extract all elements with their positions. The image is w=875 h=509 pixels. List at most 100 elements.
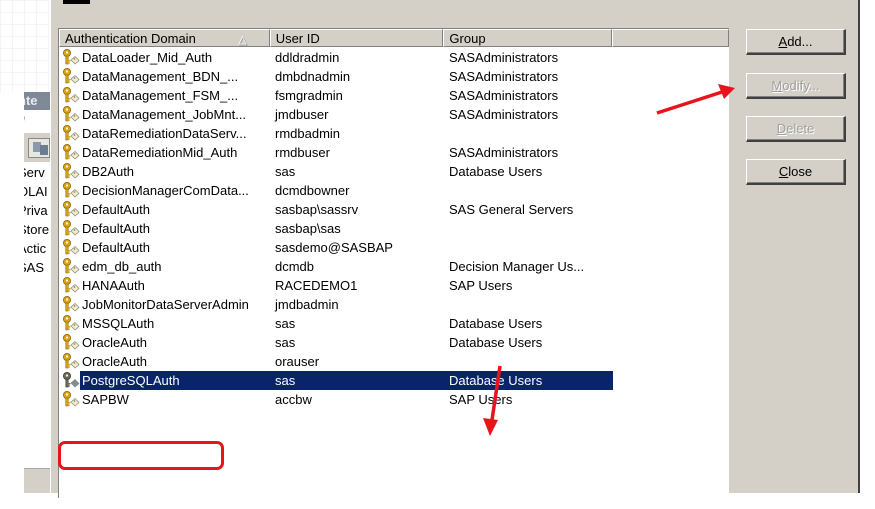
cell-authentication-domain: SAPBW — [59, 390, 270, 409]
table-row[interactable]: DefaultAuth sasbap\sas — [59, 219, 729, 238]
cell-user-id: sas — [275, 335, 296, 350]
login-key-icon — [62, 353, 80, 370]
login-key-icon — [62, 372, 80, 389]
login-key-icon — [62, 144, 80, 161]
button-label: lose — [788, 164, 813, 179]
cell-authentication-domain: DefaultAuth — [59, 200, 270, 219]
background-list-item[interactable]: Priva — [24, 201, 50, 220]
table-row[interactable]: DataManagement_JobMnt... jmdbuser SASAdmin… — [59, 105, 729, 124]
modify-button[interactable]: Modify... — [746, 73, 846, 99]
background-list-item[interactable]: OLAI — [24, 182, 50, 201]
close-button[interactable]: Close — [746, 159, 846, 185]
cell-group: Decision Manager Us... — [449, 259, 585, 274]
background-statusbar — [24, 468, 50, 493]
cell-user-id: sasbap\sas — [275, 221, 341, 236]
list-header: Authentication Domain △ User ID Group — [59, 29, 729, 47]
table-row[interactable]: JobMonitorDataServerAdmin jmdbadmin — [59, 295, 729, 314]
domain-text: OracleAuth — [82, 354, 148, 369]
cell-user-id: fsmgradmin — [275, 88, 343, 103]
table-row[interactable]: DefaultAuth sasdemo@SASBAP — [59, 238, 729, 257]
button-label: odify... — [782, 78, 820, 93]
domain-text: HANAAuth — [82, 278, 145, 293]
cell-user-id: sasbap\sassrv — [275, 202, 359, 217]
login-key-icon — [62, 68, 80, 85]
table-row[interactable]: DataManagement_BDN_... dmbdnadmin SASAdmin… — [59, 67, 729, 86]
table-row[interactable]: DataRemediationMid_Auth rmdbuser SASAdmini… — [59, 143, 729, 162]
login-key-icon — [62, 258, 80, 275]
delete-button[interactable]: Delete — [746, 116, 846, 142]
domain-text: MSSQLAuth — [82, 316, 155, 331]
cell-group: SASAdministrators — [449, 88, 559, 103]
domain-text: DataManagement_BDN_... — [82, 69, 239, 84]
cell-authentication-domain: DataRemediationDataServ... — [59, 124, 270, 143]
login-key-icon — [62, 391, 80, 408]
domain-text: edm_db_auth — [82, 259, 162, 274]
table-row[interactable]: MSSQLAuth sas Database Users — [59, 314, 729, 333]
domain-text: DataRemediationMid_Auth — [82, 145, 238, 160]
cell-group: Database Users — [449, 373, 543, 388]
login-key-icon — [62, 220, 80, 237]
background-list: Serv OLAI Priva Store Actic SAS — [24, 163, 50, 277]
cell-group: SASAdministrators — [449, 145, 559, 160]
background-window: nte w Serv OLAI Priva Store Actic SAS — [0, 0, 50, 509]
table-row[interactable]: HANAAuth RACEDEMO1 SAP Users — [59, 276, 729, 295]
cell-authentication-domain: OracleAuth — [59, 352, 270, 371]
table-row[interactable]: DB2Auth sas Database Users — [59, 162, 729, 181]
add-button[interactable]: Add... — [746, 29, 846, 55]
domain-text: JobMonitorDataServerAdmin — [82, 297, 249, 312]
cell-authentication-domain: DecisionManagerComData... — [59, 181, 270, 200]
login-key-icon — [62, 201, 80, 218]
dialog-top-marker — [63, 0, 90, 4]
column-header-empty[interactable] — [612, 29, 729, 47]
cell-user-id: rmdbuser — [275, 145, 330, 160]
background-list-item[interactable]: Store — [24, 220, 50, 239]
domain-text: DefaultAuth — [82, 240, 150, 255]
mnemonic: A — [778, 34, 788, 49]
background-toolbar — [24, 132, 50, 162]
login-key-icon — [62, 315, 80, 332]
properties-icon[interactable] — [28, 138, 50, 158]
table-row[interactable]: DefaultAuth sasbap\sassrv SAS General Serv… — [59, 200, 729, 219]
table-row[interactable]: edm_db_auth dcmdb Decision Manager Us... — [59, 257, 729, 276]
table-row[interactable]: SAPBW accbw SAP Users — [59, 390, 729, 409]
table-row[interactable]: DataManagement_FSM_... fsmgradmin SASAdmin… — [59, 86, 729, 105]
column-header-user-id[interactable]: User ID — [269, 29, 444, 47]
login-key-icon — [62, 277, 80, 294]
cell-user-id: accbw — [275, 392, 312, 407]
cell-user-id: rmdbadmin — [275, 126, 341, 141]
domain-text: DataRemediationDataServ... — [82, 126, 247, 141]
table-row[interactable]: DecisionManagerComData... dcmdbowner — [59, 181, 729, 200]
cell-group: SASAdministrators — [449, 50, 559, 65]
login-key-icon — [62, 125, 80, 142]
login-key-icon — [62, 296, 80, 313]
login-key-icon — [62, 239, 80, 256]
table-row-selected[interactable]: PostgreSQLAuth sas Database Users — [59, 371, 729, 390]
column-label: Authentication Domain — [65, 31, 196, 46]
table-row[interactable]: OracleAuth orauser — [59, 352, 729, 371]
background-list-item[interactable]: Serv — [24, 163, 50, 182]
background-list-item[interactable]: Actic — [24, 239, 50, 258]
domain-text: DataManagement_FSM_... — [82, 88, 239, 103]
button-label: dd... — [787, 34, 813, 49]
cell-group: SASAdministrators — [449, 107, 559, 122]
domain-text: DefaultAuth — [82, 221, 150, 236]
cell-group: SASAdministrators — [449, 69, 559, 84]
table-row[interactable]: DataRemediationDataServ... rmdbadmin — [59, 124, 729, 143]
cell-authentication-domain: DataManagement_FSM_... — [59, 86, 270, 105]
column-header-group[interactable]: Group — [443, 29, 613, 47]
cell-group: Database Users — [449, 164, 543, 179]
mnemonic: D — [776, 121, 787, 136]
table-row[interactable]: DataLoader_Mid_Auth ddldradmin SASAdminist… — [59, 48, 729, 67]
domain-text: DB2Auth — [82, 164, 135, 179]
cell-group: SAS General Servers — [449, 202, 574, 217]
cell-user-id: jmdbadmin — [275, 297, 339, 312]
cell-authentication-domain: DefaultAuth — [59, 238, 270, 257]
cell-authentication-domain: DataManagement_BDN_... — [59, 67, 270, 86]
cell-group — [444, 238, 613, 257]
cell-authentication-domain: DefaultAuth — [59, 219, 270, 238]
login-key-icon — [62, 87, 80, 104]
table-row[interactable]: OracleAuth sas Database Users — [59, 333, 729, 352]
column-header-authentication-domain[interactable]: Authentication Domain △ — [59, 29, 270, 47]
logins-list[interactable]: Authentication Domain △ User ID Group Da… — [58, 28, 729, 498]
background-list-item[interactable]: SAS — [24, 258, 50, 277]
